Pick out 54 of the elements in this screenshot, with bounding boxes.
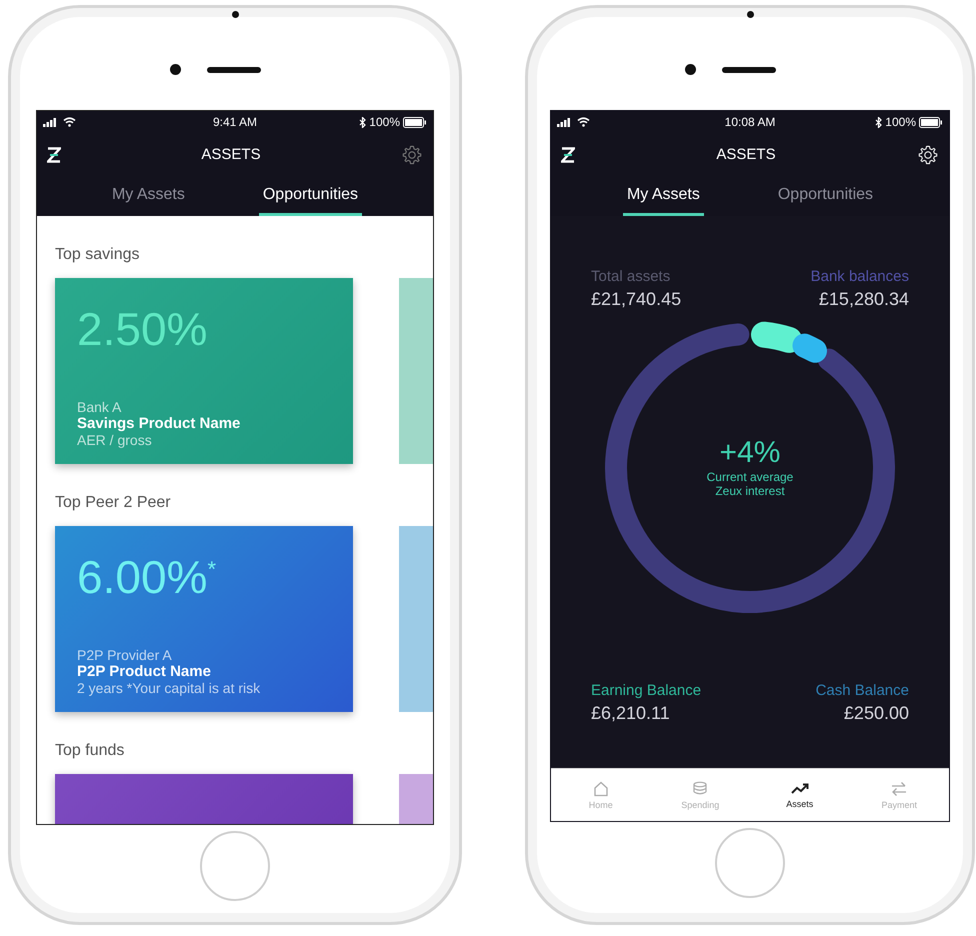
section-title: Top Peer 2 Peer <box>55 494 172 512</box>
bluetooth-icon <box>359 116 366 128</box>
stat-value: £6,210.11 <box>591 703 671 724</box>
trend-arrow-icon <box>790 782 809 796</box>
logo-icon <box>47 146 61 162</box>
product-name: Savings Product Name <box>77 415 242 432</box>
product-note: AER / gross <box>77 432 153 448</box>
screen-title: ASSETS <box>716 146 776 163</box>
coin-stack-icon <box>692 780 708 796</box>
product-note: 2 years *Your capital is at risk <box>77 680 262 696</box>
rate-text: 2.50% <box>77 306 208 352</box>
tab[interactable]: Opportunities <box>774 176 878 216</box>
stat-value: £15,280.34 <box>818 289 909 310</box>
battery-percent: 100% <box>885 115 916 129</box>
signal-icon <box>43 118 57 126</box>
speaker-grille <box>722 66 776 72</box>
stat-label: Total assets <box>591 268 672 285</box>
bluetooth-icon <box>875 116 882 128</box>
wifi-icon <box>63 117 76 127</box>
provider-name: Bank A <box>77 399 122 415</box>
section-title: Top savings <box>55 246 140 264</box>
signal-icon <box>557 118 571 126</box>
battery-percent: 100% <box>369 115 400 129</box>
product-name: P2P Product Name <box>77 663 212 680</box>
screen-title: ASSETS <box>201 146 261 163</box>
provider-name: P2P Provider A <box>77 647 173 663</box>
battery-icon <box>403 116 427 128</box>
wifi-icon <box>577 117 590 127</box>
product-card[interactable]: 2.50% Bank A Savings Product Name AER / gross <box>55 278 353 464</box>
front-camera <box>170 64 180 75</box>
tab[interactable]: My Assets <box>622 176 704 216</box>
stat-label: Cash Balance <box>816 682 909 699</box>
speaker-grille <box>206 66 260 72</box>
status-time: 10:08 AM <box>724 115 776 129</box>
battery-icon <box>919 116 943 128</box>
tab[interactable]: My Assets <box>108 176 189 216</box>
nav-tab[interactable]: Assets <box>750 769 850 821</box>
sensor-dot <box>232 11 238 18</box>
swap-arrows-icon <box>890 780 908 796</box>
interest-caption: Current average Zeux interest <box>706 470 794 499</box>
stat-label: Bank balances <box>810 268 909 285</box>
home-icon <box>592 780 609 796</box>
stat-label: Earning Balance <box>591 682 702 699</box>
rate-text: 6.00%$^{*}$ <box>77 554 217 600</box>
product-card[interactable]: 6.00%$^{*}$ P2P Provider A P2P Product Name 2 years *Your capital is at risk <box>55 526 353 712</box>
section-title: Top funds <box>55 742 126 760</box>
front-camera <box>684 64 696 75</box>
logo-icon <box>561 146 575 162</box>
stat-value: £250.00 <box>844 703 909 724</box>
status-time: 9:41 AM <box>212 115 258 129</box>
stat-value: £21,740.45 <box>591 289 682 310</box>
sensor-dot <box>746 11 754 18</box>
tab[interactable]: Opportunities <box>258 176 362 216</box>
interest-rate: +4% <box>720 436 780 470</box>
